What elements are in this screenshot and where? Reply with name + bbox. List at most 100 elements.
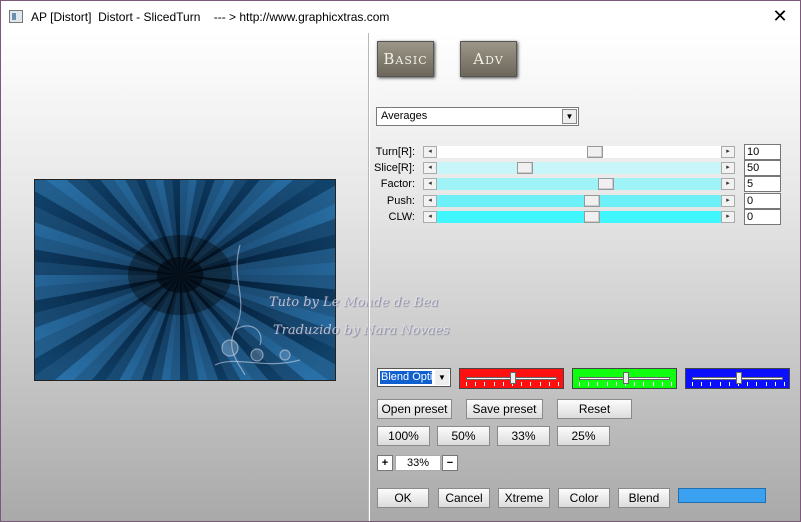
app-icon bbox=[9, 10, 23, 23]
slider-track[interactable] bbox=[437, 211, 721, 223]
left-arrow-icon[interactable]: ◂ bbox=[423, 178, 437, 190]
title-bar[interactable]: AP [Distort] Distort - SlicedTurn --- > … bbox=[1, 1, 800, 33]
cancel-button[interactable]: Cancel bbox=[438, 488, 490, 508]
tick-mark bbox=[784, 382, 785, 386]
slider-row: Push: ◂ ▸ 0 bbox=[371, 193, 791, 209]
slider-row: CLW: ◂ ▸ 0 bbox=[371, 209, 791, 225]
close-icon[interactable]: ✕ bbox=[770, 6, 790, 26]
plugin-window: AP [Distort] Distort - SlicedTurn --- > … bbox=[0, 0, 801, 522]
open-preset-button[interactable]: Open preset bbox=[377, 399, 452, 419]
zoom-100-button[interactable]: 100% bbox=[377, 426, 430, 446]
xtreme-button[interactable]: Xtreme bbox=[498, 488, 550, 508]
slider-value-field[interactable]: 5 bbox=[744, 176, 781, 192]
slider-track[interactable] bbox=[437, 195, 721, 207]
zoom-25-button[interactable]: 25% bbox=[557, 426, 610, 446]
blend-button[interactable]: Blend bbox=[618, 488, 670, 508]
tick-mark bbox=[521, 382, 523, 386]
tick-mark bbox=[719, 382, 721, 386]
slider-thumb[interactable] bbox=[598, 178, 614, 190]
slider-label: Slice[R]: bbox=[374, 162, 415, 174]
tick-mark bbox=[710, 382, 712, 386]
tick-mark bbox=[548, 382, 550, 386]
slider-thumb[interactable] bbox=[584, 211, 600, 223]
blend-options-dropdown[interactable]: Blend Opti ▼ bbox=[377, 368, 451, 387]
slider-track[interactable] bbox=[437, 146, 721, 158]
mode-dropdown-value: Averages bbox=[381, 110, 428, 122]
tick-mark bbox=[701, 382, 703, 386]
basic-tab-button[interactable]: Basic bbox=[377, 41, 434, 77]
adv-tab-button[interactable]: Adv bbox=[460, 41, 517, 77]
tick-mark bbox=[606, 382, 608, 386]
tick-mark bbox=[579, 382, 580, 386]
slider-row: Turn[R]: ◂ ▸ 10 bbox=[371, 144, 791, 160]
tick-mark bbox=[502, 382, 504, 386]
window-title: AP [Distort] Distort - SlicedTurn --- > … bbox=[31, 10, 390, 24]
tick-mark bbox=[692, 382, 693, 386]
slider-label: Turn[R]: bbox=[375, 146, 415, 158]
slider-row: Slice[R]: ◂ ▸ 50 bbox=[371, 160, 791, 176]
green-channel-slider[interactable] bbox=[572, 368, 677, 389]
tick-mark bbox=[558, 382, 559, 386]
slider-value-field[interactable]: 10 bbox=[744, 144, 781, 160]
ok-button[interactable]: OK bbox=[377, 488, 429, 508]
right-arrow-icon[interactable]: ▸ bbox=[721, 211, 735, 223]
slider-knob[interactable] bbox=[736, 372, 742, 384]
left-arrow-icon[interactable]: ◂ bbox=[423, 146, 437, 158]
right-arrow-icon[interactable]: ▸ bbox=[721, 195, 735, 207]
preview-render bbox=[35, 180, 335, 380]
right-arrow-icon[interactable]: ▸ bbox=[721, 178, 735, 190]
watermark-line-1: Tuto by Le Monde de Bea bbox=[269, 295, 439, 310]
tick-mark bbox=[634, 382, 636, 386]
preview-image bbox=[34, 179, 336, 381]
tick-mark bbox=[493, 382, 495, 386]
slider-thumb[interactable] bbox=[584, 195, 600, 207]
right-arrow-icon[interactable]: ▸ bbox=[721, 146, 735, 158]
slider-value-field[interactable]: 50 bbox=[744, 160, 781, 176]
tick-mark bbox=[671, 382, 672, 386]
client-area: Tuto by Le Monde de Bea Traduzido by Nar… bbox=[1, 33, 800, 521]
tick-mark bbox=[652, 382, 654, 386]
slider-value-field[interactable]: 0 bbox=[744, 193, 781, 209]
slider-knob[interactable] bbox=[510, 372, 516, 384]
slider-track[interactable] bbox=[437, 162, 721, 174]
tick-mark bbox=[643, 382, 645, 386]
color-button[interactable]: Color bbox=[558, 488, 610, 508]
zoom-out-button[interactable]: − bbox=[442, 455, 458, 471]
tick-mark bbox=[615, 382, 617, 386]
tick-mark bbox=[484, 382, 486, 386]
watermark-line-2: Traduzido by Nara Novaes bbox=[273, 323, 450, 338]
slider-thumb[interactable] bbox=[587, 146, 603, 158]
zoom-value: 33% bbox=[395, 455, 441, 471]
tick-mark bbox=[466, 382, 467, 386]
left-arrow-icon[interactable]: ◂ bbox=[423, 162, 437, 174]
slider-label: Factor: bbox=[380, 178, 415, 190]
tick-mark bbox=[530, 382, 532, 386]
right-arrow-icon[interactable]: ▸ bbox=[721, 162, 735, 174]
slider-row: Factor: ◂ ▸ 5 bbox=[371, 176, 791, 192]
slider-label: Push: bbox=[386, 195, 415, 207]
zoom-50-button[interactable]: 50% bbox=[437, 426, 490, 446]
slider-track[interactable] bbox=[437, 178, 721, 190]
slider-knob[interactable] bbox=[623, 372, 629, 384]
red-channel-slider[interactable] bbox=[459, 368, 564, 389]
tick-mark bbox=[661, 382, 663, 386]
blue-channel-slider[interactable] bbox=[685, 368, 790, 389]
chevron-down-icon[interactable]: ▼ bbox=[435, 370, 449, 385]
slider-thumb[interactable] bbox=[517, 162, 533, 174]
chevron-down-icon[interactable]: ▼ bbox=[562, 109, 577, 124]
save-preset-button[interactable]: Save preset bbox=[466, 399, 543, 419]
color-swatch[interactable] bbox=[678, 488, 766, 503]
tick-mark bbox=[588, 382, 590, 386]
left-arrow-icon[interactable]: ◂ bbox=[423, 195, 437, 207]
zoom-33-button[interactable]: 33% bbox=[497, 426, 550, 446]
tick-mark bbox=[747, 382, 749, 386]
tick-mark bbox=[597, 382, 599, 386]
reset-button[interactable]: Reset bbox=[557, 399, 632, 419]
mode-dropdown[interactable]: Averages ▼ bbox=[376, 107, 579, 126]
zoom-in-button[interactable]: + bbox=[377, 455, 393, 471]
tick-mark bbox=[475, 382, 477, 386]
slider-value-field[interactable]: 0 bbox=[744, 209, 781, 225]
tick-mark bbox=[539, 382, 541, 386]
preview-center-shade bbox=[156, 257, 204, 293]
left-arrow-icon[interactable]: ◂ bbox=[423, 211, 437, 223]
